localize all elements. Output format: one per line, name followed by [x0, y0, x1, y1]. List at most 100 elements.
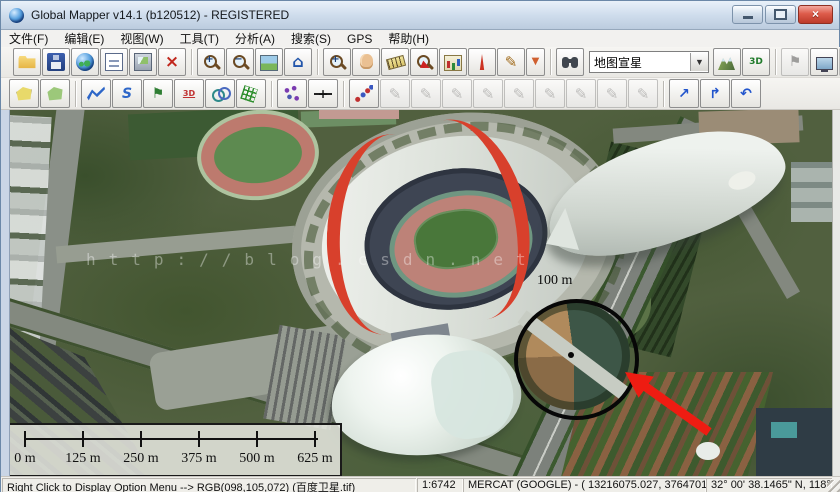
mountain-icon: [718, 53, 736, 71]
pencil-icon: ✎: [504, 53, 518, 71]
create-circle-button[interactable]: [205, 79, 235, 108]
maximize-button[interactable]: [765, 5, 796, 24]
hand-icon: [357, 53, 375, 71]
tools-dropdown-button[interactable]: ▼: [526, 48, 545, 76]
main-toolbar: × + − ⌂ + ✎ ▼ 地图宣星 ▼ 3D ⚑ +: [1, 47, 840, 78]
menu-view[interactable]: 视图(W): [112, 30, 171, 47]
toolbar-separator: [550, 49, 552, 75]
save-button[interactable]: [42, 48, 70, 76]
view-shed-button[interactable]: [468, 48, 496, 76]
pencil-icon: ✎: [512, 84, 526, 103]
search-button[interactable]: [556, 48, 584, 76]
scale-label: 125 m: [65, 451, 101, 466]
zoom-in-button[interactable]: +: [197, 48, 225, 76]
digitizer-disabled-button-7[interactable]: ✎: [566, 79, 596, 108]
track-strip: [319, 110, 399, 119]
info-cursor-icon: [415, 53, 436, 74]
scale-label: 625 m: [297, 451, 333, 466]
digitizer-tool-button[interactable]: ✎: [497, 48, 525, 76]
view-3d-button[interactable]: [810, 48, 838, 76]
menu-edit[interactable]: 编辑(E): [56, 30, 112, 47]
measure-tool-button[interactable]: [381, 48, 409, 76]
zoom-out-icon: −: [231, 53, 249, 71]
create-points-button[interactable]: [277, 79, 307, 108]
scale-label: 250 m: [123, 451, 159, 466]
full-extent-button[interactable]: [255, 48, 283, 76]
clear-tool-button[interactable]: ×: [158, 48, 186, 76]
zoom-out-button[interactable]: −: [226, 48, 254, 76]
open-file-button[interactable]: [13, 48, 41, 76]
create-line-flag-button[interactable]: ⚑: [143, 79, 173, 108]
menu-tools[interactable]: 工具(T): [172, 30, 227, 47]
path-profile-button[interactable]: ⚑: [781, 48, 809, 76]
create-colored-path-button[interactable]: [349, 79, 379, 108]
window-title: Global Mapper v14.1 (b120512) - REGISTER…: [31, 8, 290, 22]
grid-mesh-icon: [240, 84, 260, 103]
undo-edit-button[interactable]: ↶: [731, 79, 761, 108]
control-center-button[interactable]: [100, 48, 128, 76]
pan-tool-button[interactable]: [352, 48, 380, 76]
snap-direction-button[interactable]: ↗: [669, 79, 699, 108]
edit-vertices-button[interactable]: +: [308, 79, 338, 108]
zoom-tool-button[interactable]: +: [323, 48, 351, 76]
global-mapper-window: Global Mapper v14.1 (b120512) - REGISTER…: [0, 0, 840, 492]
floppy-icon: [47, 53, 65, 71]
close-icon: ×: [811, 7, 819, 21]
map-layout-icon: [134, 53, 152, 71]
create-grid-button[interactable]: [236, 79, 266, 108]
toolbar-separator: [271, 80, 273, 107]
digitizer-disabled-button-5[interactable]: ✎: [504, 79, 534, 108]
menu-help[interactable]: 帮助(H): [380, 30, 437, 47]
toolbar-separator: [663, 80, 665, 107]
3d-code-icon: 3D: [182, 88, 196, 98]
resize-grip[interactable]: [827, 480, 840, 492]
digitizer-disabled-button-6[interactable]: ✎: [535, 79, 565, 108]
scale-tick: [140, 431, 142, 447]
terrain-3d-button[interactable]: [713, 48, 741, 76]
layer-combo-value: 地图宣星: [594, 55, 643, 70]
annotation-center-dot: [568, 352, 574, 358]
teal-roof: [771, 422, 797, 438]
pencil-icon: ✎: [543, 84, 557, 103]
toolbar-separator: [191, 49, 193, 75]
map-frame-left: [1, 110, 10, 476]
create-area-from-lines-button[interactable]: [40, 79, 70, 108]
menu-file[interactable]: 文件(F): [1, 30, 56, 47]
map-layout-button[interactable]: [129, 48, 157, 76]
walk-3d-button[interactable]: 3D: [742, 48, 770, 76]
digitizer-disabled-button-4[interactable]: ✎: [473, 79, 503, 108]
status-lat-lon: 32° 00' 38.1465" N, 118°: [706, 478, 832, 492]
toolbar-separator: [343, 80, 345, 107]
circles-icon: [211, 85, 231, 103]
layer-combo[interactable]: 地图宣星 ▼: [589, 51, 709, 73]
flag-icon: ⚑: [788, 54, 802, 70]
create-area-button[interactable]: [9, 79, 39, 108]
minimize-button[interactable]: [732, 5, 763, 24]
create-3d-code-line-button[interactable]: 3D: [174, 79, 204, 108]
digitizer-disabled-button-3[interactable]: ✎: [442, 79, 472, 108]
feature-info-button[interactable]: [410, 48, 438, 76]
digitizer-disabled-button-9[interactable]: ✎: [628, 79, 658, 108]
spline-icon: S: [121, 85, 133, 102]
monitor-icon: [815, 56, 833, 72]
digitizer-disabled-button-8[interactable]: ✎: [597, 79, 627, 108]
create-line-button[interactable]: [81, 79, 111, 108]
menu-search[interactable]: 搜索(S): [283, 30, 339, 47]
close-button[interactable]: ×: [798, 5, 833, 24]
view-properties-button[interactable]: [439, 48, 467, 76]
round-building-small: [696, 442, 720, 460]
arrow-ne-icon: ↗: [678, 85, 690, 102]
menu-analysis[interactable]: 分析(A): [227, 30, 283, 47]
home-view-button[interactable]: ⌂: [284, 48, 312, 76]
binoculars-icon: [561, 53, 579, 71]
app-globe-icon: [9, 7, 24, 23]
blue-line-icon: [87, 86, 105, 101]
online-data-button[interactable]: [71, 48, 99, 76]
digitizer-disabled-button-2[interactable]: ✎: [411, 79, 441, 108]
create-spline-button[interactable]: S: [112, 79, 142, 108]
combo-dropdown-button[interactable]: ▼: [690, 53, 708, 71]
map-viewport[interactable]: 100 m http://blog.csdn.net 0 m 125 m 250…: [1, 110, 840, 476]
move-feature-button[interactable]: ↱: [700, 79, 730, 108]
digitizer-disabled-button-1[interactable]: ✎: [380, 79, 410, 108]
menu-gps[interactable]: GPS: [339, 32, 380, 46]
